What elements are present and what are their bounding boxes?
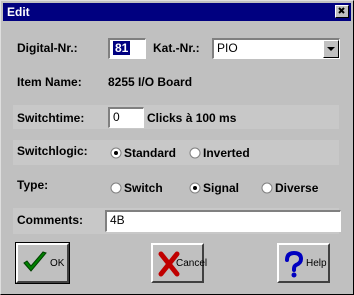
comments-field[interactable]: 4B [105, 210, 341, 232]
title-bar[interactable]: Edit [3, 3, 351, 21]
type-diverse-label[interactable]: Diverse [275, 181, 318, 195]
type-switch-label[interactable]: Switch [124, 181, 163, 195]
switchlogic-standard-label[interactable]: Standard [124, 146, 176, 160]
help-label: Help [306, 258, 327, 269]
edit-dialog: Edit Digital-Nr.: 81 Kat.-Nr.: PIO Item … [0, 0, 354, 295]
close-button[interactable] [335, 5, 349, 18]
kat-nr-label: Kat.-Nr.: [153, 41, 200, 55]
item-name-value: 8255 I/O Board [108, 75, 193, 89]
kat-nr-dropdown-button[interactable] [323, 40, 339, 58]
window-title: Edit [7, 5, 30, 19]
digital-nr-field[interactable]: 81 [108, 38, 146, 59]
type-label: Type: [17, 178, 49, 192]
question-mark-icon [285, 251, 304, 278]
switchlogic-inverted-radio[interactable] [189, 147, 201, 159]
switchlogic-inverted-label[interactable]: Inverted [203, 146, 250, 160]
digital-nr-label: Digital-Nr.: [17, 41, 78, 55]
switchtime-value: 0 [113, 110, 120, 124]
help-button[interactable]: Help [277, 243, 330, 283]
cancel-label: Cancel [176, 258, 208, 269]
type-signal-radio[interactable] [189, 182, 201, 194]
item-name-label: Item Name: [17, 75, 82, 89]
comments-value: 4B [110, 213, 125, 227]
close-icon [338, 7, 345, 14]
chevron-down-icon [327, 47, 335, 51]
switchlogic-standard-radio[interactable] [110, 147, 122, 159]
type-signal-label[interactable]: Signal [203, 181, 239, 195]
switchlogic-label: Switchlogic: [17, 144, 88, 158]
ok-button[interactable]: OK [15, 242, 70, 284]
comments-label: Comments: [17, 213, 84, 227]
switchtime-unit: Clicks à 100 ms [147, 111, 237, 125]
type-switch-radio[interactable] [110, 182, 122, 194]
kat-nr-value: PIO [217, 41, 238, 55]
type-diverse-radio[interactable] [261, 182, 273, 194]
switchtime-label: Switchtime: [17, 111, 85, 125]
cancel-button[interactable]: Cancel [151, 243, 208, 283]
switchtime-field[interactable]: 0 [108, 107, 144, 128]
checkmark-icon [23, 251, 47, 272]
digital-nr-value: 81 [113, 41, 131, 55]
kat-nr-select[interactable]: PIO [212, 38, 340, 59]
ok-label: OK [50, 258, 65, 269]
